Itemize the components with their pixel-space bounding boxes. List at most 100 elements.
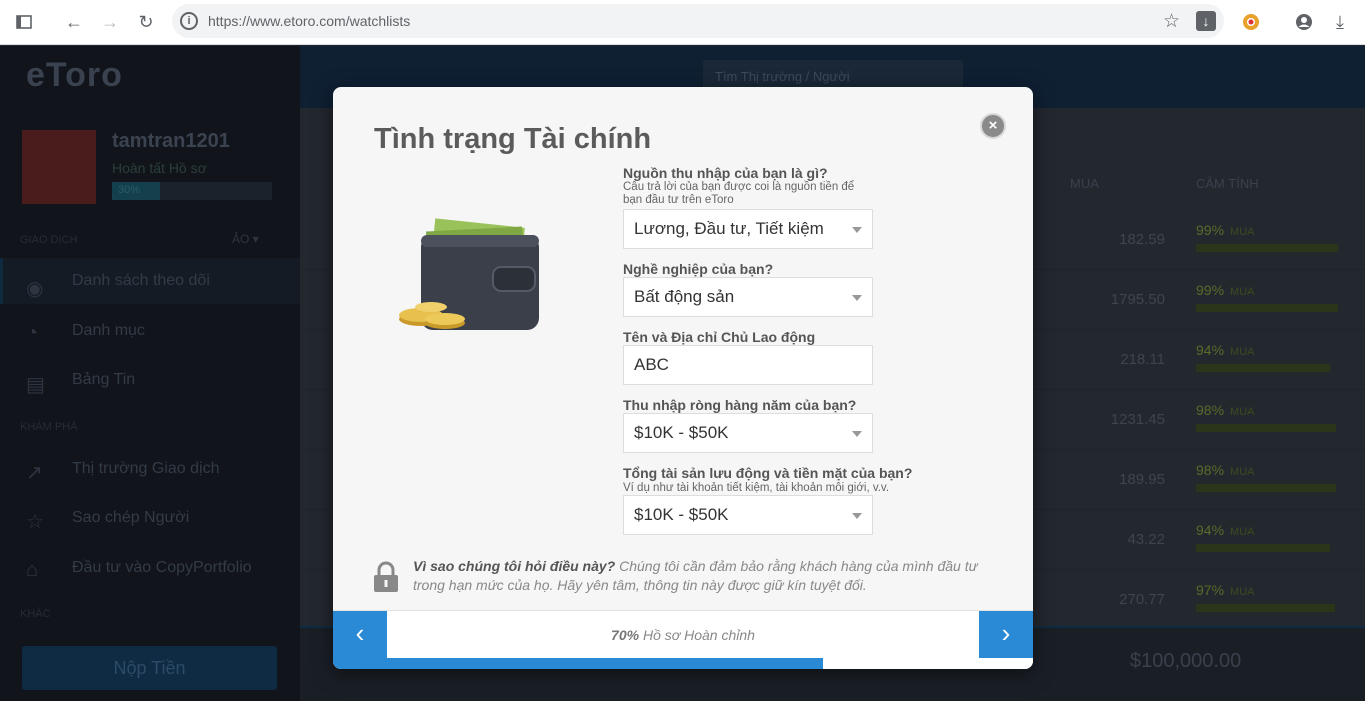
sidebar-item-copy-people[interactable]: Sao chép Người [72,509,189,527]
username[interactable]: tamtran1201 [112,130,230,153]
sentiment-label: MUA [1230,526,1255,538]
row-sentiment-percent: 97% MUA [1196,582,1254,598]
extension-icon[interactable] [1239,10,1263,34]
employer-value: ABC [634,355,669,374]
income-source-value: Lương, Đầu tư, Tiết kiệm [634,219,824,238]
row-price: 43.22 [1127,531,1165,548]
modal-footer: ‹ 70% Hồ sơ Hoàn chỉnh › [333,610,1033,659]
liquid-assets-label: Tổng tài sản lưu động và tiền mặt của bạ… [623,465,913,481]
avatar[interactable] [22,130,96,204]
why-explanation: Vì sao chúng tôi hỏi điều này? Chúng tôi… [413,557,993,595]
search-placeholder: Tìm Thị trường / Người [715,69,850,84]
annual-income-label: Thu nhập ròng hàng năm của bạn? [623,397,857,413]
column-buy: MUA [1070,176,1099,191]
sentiment-value: 99% [1196,222,1225,238]
sidebar-toggle-icon[interactable] [12,10,36,34]
annual-income-select[interactable]: $10K - $50K [623,413,873,453]
next-button[interactable]: › [979,611,1033,659]
occupation-value: Bất động sản [634,287,735,306]
markets-chart-icon: ↗ [26,462,43,484]
sentiment-label: MUA [1230,286,1255,298]
sentiment-value: 98% [1196,402,1225,418]
liquid-assets-value: $10K - $50K [634,505,729,524]
sidebar-item-news[interactable]: Bảng Tin [72,371,135,389]
deposit-button[interactable]: Nộp Tiền [22,646,277,690]
sentiment-bar [1196,304,1338,312]
copy-star-icon: ☆ [26,511,44,533]
wallet-illustration [399,218,539,330]
row-sentiment-percent: 99% MUA [1196,282,1254,298]
income-source-label: Nguồn thu nhập của bạn là gì? [623,165,828,181]
address-bar[interactable]: i https://www.etoro.com/watchlists ☆ ↓ [172,4,1224,38]
modal-title: Tình trạng Tài chính [374,123,652,155]
reload-button[interactable]: ↻ [134,10,158,34]
sidebar-item-watchlist[interactable]: Danh sách theo dõi [72,272,210,290]
row-sentiment-percent: 94% MUA [1196,522,1254,538]
progress-fill [333,658,823,669]
annual-income-value: $10K - $50K [634,423,729,442]
employer-input[interactable]: ABC [623,345,873,385]
sentiment-bar [1196,244,1338,252]
chevron-down-icon [852,227,862,233]
close-button[interactable]: × [980,113,1006,139]
row-sentiment-percent: 94% MUA [1196,342,1254,358]
downloads-icon[interactable]: ⤓ [1328,10,1352,34]
profile-percent: 30% [112,182,160,200]
row-sentiment-percent: 98% MUA [1196,402,1254,418]
lock-icon [374,561,398,592]
forward-button[interactable]: → [98,10,122,34]
mode-toggle[interactable]: ẢO ▾ [232,232,259,246]
sentiment-bar [1196,484,1336,492]
financial-status-modal: Tình trạng Tài chính × Nguồn thu nhập củ… [333,87,1033,669]
chevron-down-icon [852,513,862,519]
row-price: 182.59 [1119,231,1165,248]
sentiment-label: MUA [1230,346,1255,358]
site-info-icon[interactable]: i [180,12,198,30]
back-button[interactable]: ← [62,10,86,34]
occupation-label: Nghề nghiệp của bạn? [623,261,774,277]
sentiment-label: MUA [1230,226,1255,238]
portfolio-pie-icon: ◔ [26,322,39,344]
previous-button[interactable]: ‹ [333,611,387,659]
sentiment-bar [1196,544,1330,552]
row-sentiment-percent: 98% MUA [1196,462,1254,478]
liquid-assets-select[interactable]: $10K - $50K [623,495,873,535]
profile-icon[interactable] [1292,10,1316,34]
url-text[interactable]: https://www.etoro.com/watchlists [208,13,410,29]
account-balance: $100,000.00 [1130,650,1242,672]
row-price: 1231.45 [1110,411,1165,428]
row-price: 1795.50 [1110,291,1165,308]
sentiment-value: 94% [1196,342,1225,358]
occupation-select[interactable]: Bất động sản [623,277,873,317]
section-discover: KHÁM PHÁ [20,421,78,433]
sidebar-item-markets[interactable]: Thị trường Giao dịch [72,460,219,478]
bookmark-star-icon[interactable]: ☆ [1163,10,1180,33]
sentiment-label: MUA [1230,466,1255,478]
sentiment-bar [1196,424,1336,432]
progress-percent: 70% [611,627,640,643]
profile-progress: 30% [112,182,272,200]
progress-track [333,658,1033,669]
row-price: 218.11 [1120,351,1165,368]
chevron-down-icon [852,295,862,301]
profile-status[interactable]: Hoàn tất Hồ sơ [112,160,207,176]
sentiment-bar [1196,364,1330,372]
why-title: Vì sao chúng tôi hỏi điều này? [413,558,616,574]
watchlist-eye-icon: ◉ [26,278,44,300]
download-icon[interactable]: ↓ [1196,11,1216,31]
section-other: KHÁC [20,608,51,620]
sentiment-value: 98% [1196,462,1225,478]
income-source-select[interactable]: Lương, Đầu tư, Tiết kiệm [623,209,873,249]
sidebar-item-copyportfolio[interactable]: Đầu tư vào CopyPortfolio [72,559,252,577]
liquid-assets-hint: Ví dụ như tài khoản tiết kiệm, tài khoản… [623,482,890,494]
news-feed-icon: ▤ [26,374,45,396]
sentiment-label: MUA [1230,406,1255,418]
row-price: 270.77 [1119,591,1165,608]
browser-toolbar: ← → ↻ i https://www.etoro.com/watchlists… [0,0,1365,45]
sentiment-value: 94% [1196,522,1225,538]
row-sentiment-percent: 99% MUA [1196,222,1254,238]
sidebar-item-portfolio[interactable]: Danh mục [72,322,145,340]
sentiment-value: 97% [1196,582,1225,598]
row-price: 189.95 [1119,471,1165,488]
etoro-logo: eToro [26,56,123,94]
